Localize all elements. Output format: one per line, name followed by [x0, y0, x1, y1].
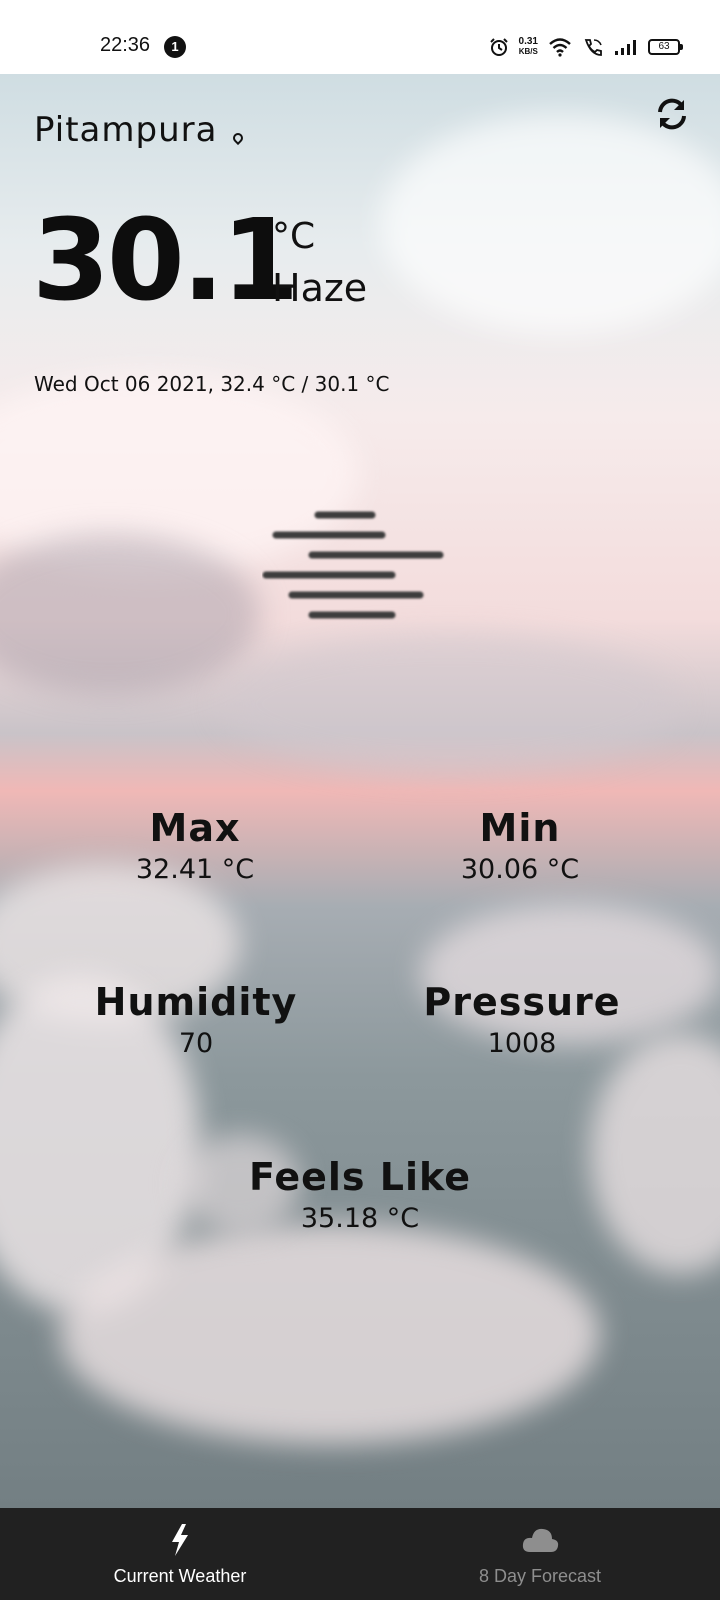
stat-max-label: Max	[149, 806, 241, 850]
stat-pressure-value: 1008	[487, 1028, 557, 1059]
nav-label-current-weather: Current Weather	[113, 1566, 247, 1586]
stat-max: Max 32.41 °C	[35, 806, 355, 885]
lightning-icon	[172, 1524, 188, 1556]
wifi-call-icon	[584, 39, 602, 56]
stat-min-value: 30.06 °C	[460, 854, 580, 885]
net-speed-value: 0.31	[518, 36, 538, 47]
stat-pressure-label: Pressure	[423, 980, 621, 1024]
cloud-shape	[590, 1034, 720, 1274]
stat-max-value: 32.41 °C	[135, 854, 255, 885]
haze-icon	[262, 511, 444, 619]
stat-min-label: Min	[479, 806, 561, 850]
status-icons: 0.31 KB/S 63	[489, 34, 683, 60]
status-bar: 22:36 1 0.31 KB/S 63	[0, 0, 720, 74]
stat-min: Min 30.06 °C	[360, 806, 680, 885]
nav-label-8-day-forecast: 8 Day Forecast	[478, 1566, 602, 1586]
stat-feels-like: Feels Like 35.18 °C	[200, 1155, 520, 1234]
net-speed-unit: KB/S	[518, 47, 538, 56]
weather-condition: Haze	[272, 266, 368, 310]
location-name: Pitampura	[34, 110, 218, 150]
nav-tab-8-day-forecast[interactable]: 8 Day Forecast	[360, 1508, 720, 1600]
notification-badge: 1	[164, 36, 186, 58]
wifi-icon	[549, 38, 571, 57]
signal-icon	[615, 40, 636, 55]
cloud-shape	[380, 114, 720, 334]
nav-tab-current-weather[interactable]: Current Weather	[0, 1508, 360, 1600]
stat-humidity-label: Humidity	[94, 980, 298, 1024]
battery-icon: 63	[648, 39, 683, 55]
date-range-line: Wed Oct 06 2021, 32.4 °C / 30.1 °C	[34, 372, 390, 396]
cloud-shape	[60, 1224, 600, 1444]
stat-pressure: Pressure 1008	[362, 980, 682, 1059]
cloud-shape	[220, 634, 680, 774]
net-speed: 0.31 KB/S	[519, 37, 538, 57]
current-temperature: 30.1	[32, 196, 299, 326]
stat-humidity-value: 70	[178, 1028, 214, 1059]
alarm-icon	[489, 38, 508, 56]
refresh-icon[interactable]	[654, 96, 690, 132]
bottom-navigation: Current Weather 8 Day Forecast	[0, 1508, 720, 1600]
temperature-unit: °C	[272, 216, 316, 257]
stat-humidity: Humidity 70	[36, 980, 356, 1059]
cloud-icon	[522, 1528, 559, 1552]
stat-feels-like-label: Feels Like	[248, 1155, 472, 1199]
status-time: 22:36	[100, 34, 151, 56]
stat-feels-like-value: 35.18 °C	[300, 1203, 420, 1234]
